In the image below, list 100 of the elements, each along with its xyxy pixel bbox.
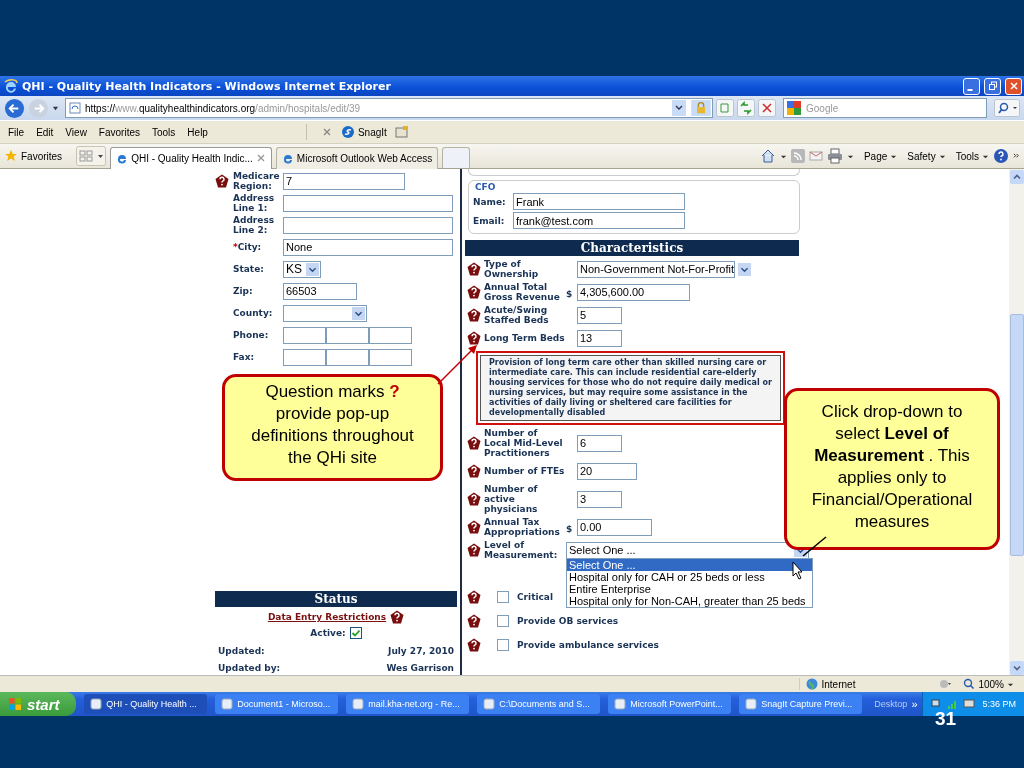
search-button[interactable]: [994, 99, 1020, 117]
text-field[interactable]: 4,305,600.00: [577, 283, 690, 301]
command-button[interactable]: Safety: [907, 150, 946, 162]
text-field[interactable]: frank@test.com: [513, 212, 685, 229]
help-icon[interactable]: [390, 610, 405, 624]
back-button[interactable]: [4, 97, 25, 119]
snagit-button[interactable]: SnagIt: [336, 123, 391, 141]
command-button[interactable]: Page: [863, 150, 898, 162]
taskbar-button[interactable]: mail.kha-net.org - Re...: [346, 694, 470, 714]
stop-icon[interactable]: [758, 99, 776, 117]
refresh-icon[interactable]: [737, 99, 755, 117]
phone-field[interactable]: [369, 326, 412, 344]
dropdown-icon[interactable]: [672, 100, 686, 116]
menu-item[interactable]: View: [61, 124, 91, 140]
cursor-icon: [792, 561, 803, 580]
minimize-button[interactable]: [963, 77, 980, 95]
help-icon[interactable]: [467, 638, 481, 652]
dropdown-option[interactable]: Select One ...: [567, 558, 812, 571]
phone-field[interactable]: [283, 326, 326, 344]
scroll-thumb[interactable]: [1010, 314, 1024, 556]
help-icon[interactable]: [467, 331, 481, 345]
search-field[interactable]: Google: [783, 98, 987, 118]
text-field[interactable]: Frank: [513, 193, 685, 210]
help-icon[interactable]: [467, 614, 481, 628]
taskbar-button[interactable]: Document1 - Microso...: [215, 694, 339, 714]
text-field[interactable]: 7: [283, 172, 405, 190]
text-field[interactable]: None: [283, 238, 453, 256]
close-icon[interactable]: [255, 153, 266, 163]
browser-tab[interactable]: QHI - Quality Health Indic...: [110, 146, 272, 169]
text-field[interactable]: [283, 216, 453, 234]
taskbar-button[interactable]: C:\Documents and S...: [477, 694, 601, 714]
restore-icon: [987, 81, 998, 91]
scroll-down-button[interactable]: [1010, 661, 1024, 675]
help-icon[interactable]: [467, 464, 481, 478]
protected-mode-icon[interactable]: [939, 678, 952, 690]
favorites-button[interactable]: Favorites: [4, 149, 63, 163]
checkbox-label: Critical: [517, 592, 553, 602]
text-field[interactable]: 66503: [283, 282, 357, 300]
panel-legend: CFO: [475, 182, 496, 192]
text-field[interactable]: 13: [577, 329, 622, 347]
monitor-icon[interactable]: [962, 698, 975, 710]
menu-item[interactable]: Help: [183, 124, 212, 140]
text-field[interactable]: 20: [577, 462, 637, 480]
checkbox[interactable]: [497, 591, 509, 603]
browser-tab[interactable]: Microsoft Outlook Web Access: [275, 146, 439, 169]
network-icon[interactable]: [930, 698, 943, 710]
taskbar-button[interactable]: QHI - Quality Health ...: [84, 694, 208, 714]
app-icon: [90, 698, 103, 710]
help-icon[interactable]: [467, 543, 481, 557]
checkbox[interactable]: [497, 639, 509, 651]
phone-field[interactable]: [326, 326, 369, 344]
help-icon[interactable]: [467, 285, 481, 299]
zoom-button[interactable]: 100%: [963, 678, 1014, 690]
taskbar-button[interactable]: SnagIt Capture Previ...: [739, 694, 863, 714]
print-icon[interactable]: [826, 148, 843, 164]
checkbox[interactable]: [497, 615, 509, 627]
taskbar-button[interactable]: Microsoft PowerPoint...: [608, 694, 732, 714]
text-field[interactable]: 0.00: [577, 518, 652, 536]
phone-field[interactable]: [326, 348, 369, 366]
close-button[interactable]: [1005, 77, 1022, 95]
url-text[interactable]: https://: [85, 102, 115, 114]
help-icon[interactable]: [467, 590, 481, 604]
help-icon[interactable]: [215, 174, 229, 188]
caret-icon[interactable]: [52, 104, 59, 112]
chevron-icon[interactable]: [1013, 152, 1020, 160]
mail-icon[interactable]: [808, 149, 823, 163]
zoom-icon: [963, 678, 976, 690]
menu-item[interactable]: Tools: [148, 124, 180, 140]
text-field[interactable]: [283, 194, 453, 212]
address-field[interactable]: https://www.qualityhealthindicators.org/admin/hospitals/edit/39: [65, 98, 713, 118]
dropdown-option[interactable]: Hospital only for CAH or 25 beds or less: [567, 570, 812, 583]
help-icon[interactable]: [467, 262, 481, 276]
command-button[interactable]: Tools: [955, 150, 989, 162]
windows-logo-icon: [8, 697, 22, 711]
active-checkbox[interactable]: [349, 627, 362, 639]
dropdown-option[interactable]: Hospital only for Non-CAH, greater than 25 beds: [567, 594, 812, 607]
help-icon[interactable]: [467, 308, 481, 322]
help-button[interactable]: [993, 148, 1009, 164]
scrollbar[interactable]: [1009, 169, 1024, 675]
select-field[interactable]: KS: [283, 260, 321, 278]
help-icon[interactable]: [467, 436, 481, 450]
text-field[interactable]: 3: [577, 490, 622, 508]
phone-field[interactable]: [283, 348, 326, 366]
dropdown-option[interactable]: Entire Enterprise: [567, 582, 812, 595]
toolbar-chevron[interactable]: »: [911, 698, 918, 710]
menu-item[interactable]: Favorites: [94, 124, 144, 140]
restrictions-link[interactable]: Data Entry Restrictions: [267, 612, 387, 622]
menu-item[interactable]: File: [4, 124, 29, 140]
restore-button[interactable]: [984, 77, 1001, 95]
help-icon[interactable]: [467, 520, 481, 534]
menu-item[interactable]: Edit: [32, 124, 58, 140]
help-icon[interactable]: [467, 492, 481, 506]
text-field[interactable]: 6: [577, 434, 622, 452]
select-field[interactable]: [283, 304, 367, 322]
scroll-up-button[interactable]: [1010, 170, 1024, 184]
text-field[interactable]: 5: [577, 306, 622, 324]
home-icon[interactable]: [759, 148, 776, 164]
phone-field[interactable]: [369, 348, 412, 366]
desktop-toolbar[interactable]: Desktop: [874, 699, 908, 709]
url-text[interactable]: qualityhealthindicators.org: [138, 102, 256, 114]
